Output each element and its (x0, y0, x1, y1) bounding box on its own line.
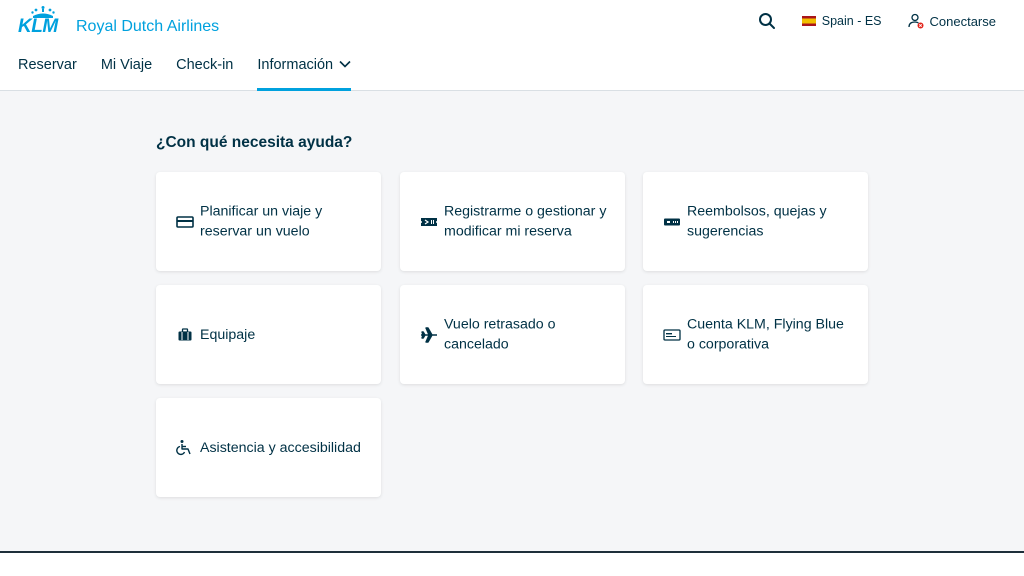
card-gestionar-reserva[interactable]: Registrarme o gestionar y modificar mi r… (400, 172, 625, 271)
search-icon[interactable] (758, 12, 776, 30)
card-cuenta-klm[interactable]: Cuenta KLM, Flying Blue o corporativa (643, 285, 868, 384)
language-label: Spain - ES (821, 14, 882, 28)
card-label: Cuenta KLM, Flying Blue o corporativa (687, 316, 844, 353)
card-reembolsos[interactable]: Reembolsos, quejas y sugerencias (643, 172, 868, 271)
ticket-icon (420, 213, 438, 231)
spain-flag-icon (801, 16, 816, 26)
nav-label: Check-in (176, 57, 234, 73)
card-label: Equipaje (200, 326, 256, 343)
main-nav: Reservar Mi Viaje Check-in Información (0, 50, 357, 91)
logo-wordmark: KLM (18, 16, 58, 37)
logo-tagline: Royal Dutch Airlines (76, 18, 220, 35)
card-equipaje[interactable]: Equipaje (156, 285, 381, 384)
nav-label: Mi Viaje (100, 57, 153, 73)
klm-crown-logo: KLM (18, 6, 68, 36)
card-vuelo-retrasado[interactable]: Vuelo retrasado o cancelado (400, 285, 625, 384)
nav-informacion[interactable]: Información (257, 50, 351, 91)
card-label: Reembolsos, quejas y sugerencias (687, 203, 827, 240)
membership-card-icon (663, 326, 681, 344)
language-selector[interactable]: Spain - ES (801, 14, 882, 28)
login-label: Conectarse (929, 13, 996, 29)
help-section: ¿Con qué necesita ayuda? Planificar un v… (0, 91, 1024, 551)
credit-card-icon (176, 213, 194, 231)
card-planificar-viaje[interactable]: Planificar un viaje y reservar un vuelo (156, 172, 381, 271)
nav-label: Reservar (18, 57, 77, 73)
suitcase-icon (176, 326, 194, 344)
card-label: Vuelo retrasado o cancelado (444, 316, 556, 353)
chevron-down-icon (339, 60, 351, 68)
user-icon (907, 13, 924, 29)
wheelchair-icon (176, 439, 194, 457)
nav-label: Información (257, 57, 334, 73)
card-label: Registrarme o gestionar y modificar mi r… (444, 203, 607, 240)
klm-logo[interactable]: KLM Royal Dutch Airlines (18, 6, 219, 36)
nav-check-in[interactable]: Check-in (176, 50, 233, 91)
card-label: Planificar un viaje y reservar un vuelo (200, 203, 323, 240)
nav-reservar[interactable]: Reservar (18, 50, 77, 91)
site-header: KLM Royal Dutch Airlines Reservar Mi Via… (0, 0, 1024, 91)
header-actions: Spain - ES Conectarse (758, 11, 996, 31)
login-button[interactable]: Conectarse (907, 13, 996, 29)
help-title: ¿Con qué necesita ayuda? (156, 134, 353, 151)
card-label: Asistencia y accesibilidad (200, 439, 361, 456)
card-asistencia[interactable]: Asistencia y accesibilidad (156, 398, 381, 497)
plane-icon (420, 326, 438, 344)
page-footer-strip (0, 553, 1024, 576)
nav-mi-viaje[interactable]: Mi Viaje (101, 50, 152, 91)
refund-ticket-icon (663, 213, 681, 231)
